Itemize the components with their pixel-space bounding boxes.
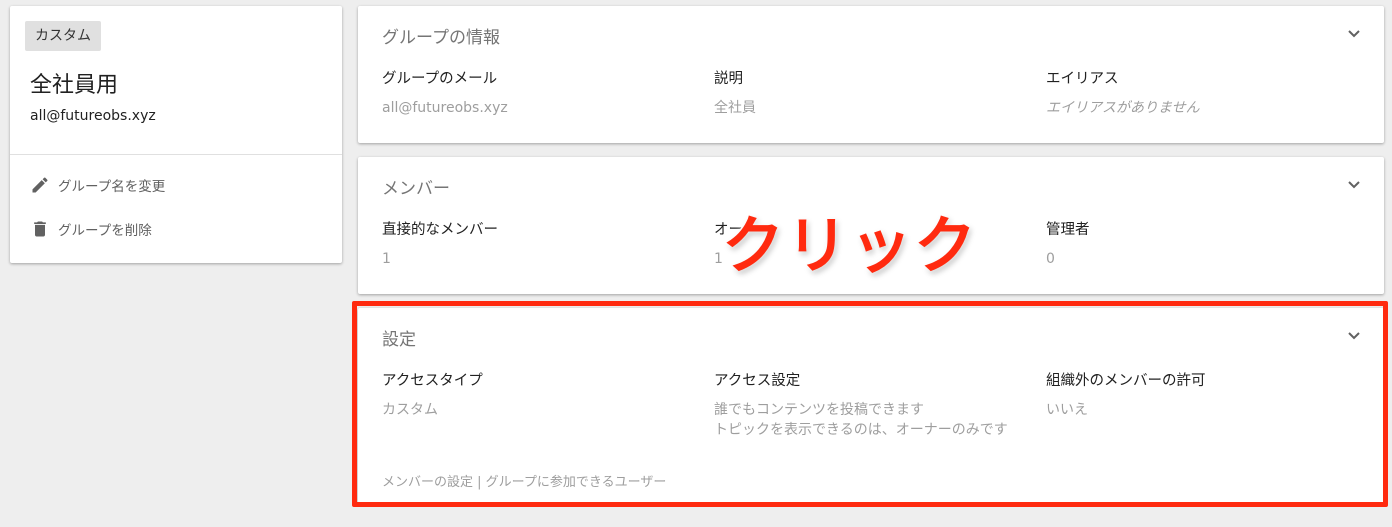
rename-group-label: グループ名を変更 [58, 179, 166, 195]
divider [10, 154, 342, 155]
settings-footer-links: メンバーの設定 | グループに参加できるユーザー [382, 471, 666, 490]
column-value: カスタム [382, 402, 438, 418]
delete-group-label: グループを削除 [58, 223, 152, 239]
members-column-managers: 管理者 0 [1046, 220, 1366, 269]
trash-icon [34, 221, 46, 237]
column-value: all@futureobs.xyz [382, 100, 508, 116]
column-value-line: トピックを表示できるのは、オーナーのみです [714, 422, 1008, 438]
section-title: メンバー [382, 179, 450, 199]
chevron-down-icon[interactable] [1346, 327, 1362, 343]
settings-column-access-type: アクセスタイプ カスタム [382, 371, 702, 420]
column-value: エイリアスがありません [1046, 100, 1200, 116]
who-can-join-link[interactable]: グループに参加できるユーザー [486, 475, 667, 490]
info-column-email: グループのメール all@futureobs.xyz [382, 69, 702, 118]
info-column-alias: エイリアス エイリアスがありません [1046, 69, 1366, 118]
section-title: グループの情報 [382, 28, 500, 48]
chevron-down-icon[interactable] [1346, 176, 1362, 192]
column-label: 説明 [714, 71, 743, 87]
group-info-section[interactable]: グループの情報 グループのメール all@futureobs.xyz 説明 全社… [358, 6, 1384, 143]
members-column-direct: 直接的なメンバー 1 [382, 220, 702, 269]
pencil-icon [32, 177, 48, 193]
group-type-chip: カスタム [25, 21, 101, 51]
delete-group-button[interactable]: グループを削除 [30, 217, 152, 241]
column-label: エイリアス [1046, 71, 1119, 87]
column-label: アクセスタイプ [382, 373, 483, 389]
section-title: 設定 [382, 330, 416, 350]
click-annotation: クリック [720, 208, 979, 284]
column-label: 組織外のメンバーの許可 [1046, 373, 1206, 389]
settings-column-external-members: 組織外のメンバーの許可 いいえ [1046, 371, 1366, 420]
column-value-line: 誰でもコンテンツを投稿できます [714, 402, 924, 418]
column-value: 誰でもコンテンツを投稿できます トピックを表示できるのは、オーナーのみです [714, 400, 1034, 440]
info-column-description: 説明 全社員 [714, 69, 1034, 118]
column-label: 管理者 [1046, 222, 1090, 238]
column-value: いいえ [1046, 402, 1088, 418]
link-separator: | [473, 475, 486, 490]
settings-section[interactable]: 設定 アクセスタイプ カスタム アクセス設定 誰でもコンテンツを投稿できます ト… [358, 308, 1384, 503]
column-label: アクセス設定 [714, 373, 801, 389]
column-label: 直接的なメンバー [382, 222, 498, 238]
group-summary-card: カスタム 全社員用 all@futureobs.xyz グループ名を変更 グルー… [10, 6, 342, 263]
column-value: 1 [382, 251, 391, 267]
settings-column-access-settings: アクセス設定 誰でもコンテンツを投稿できます トピックを表示できるのは、オーナー… [714, 371, 1034, 440]
column-value: 0 [1046, 251, 1055, 267]
rename-group-button[interactable]: グループ名を変更 [30, 173, 165, 197]
group-email: all@futureobs.xyz [30, 108, 156, 124]
column-value: 全社員 [714, 100, 756, 116]
member-settings-link[interactable]: メンバーの設定 [382, 475, 473, 490]
column-label: グループのメール [382, 71, 498, 87]
group-name: 全社員用 [30, 73, 119, 98]
chevron-down-icon[interactable] [1346, 25, 1362, 41]
